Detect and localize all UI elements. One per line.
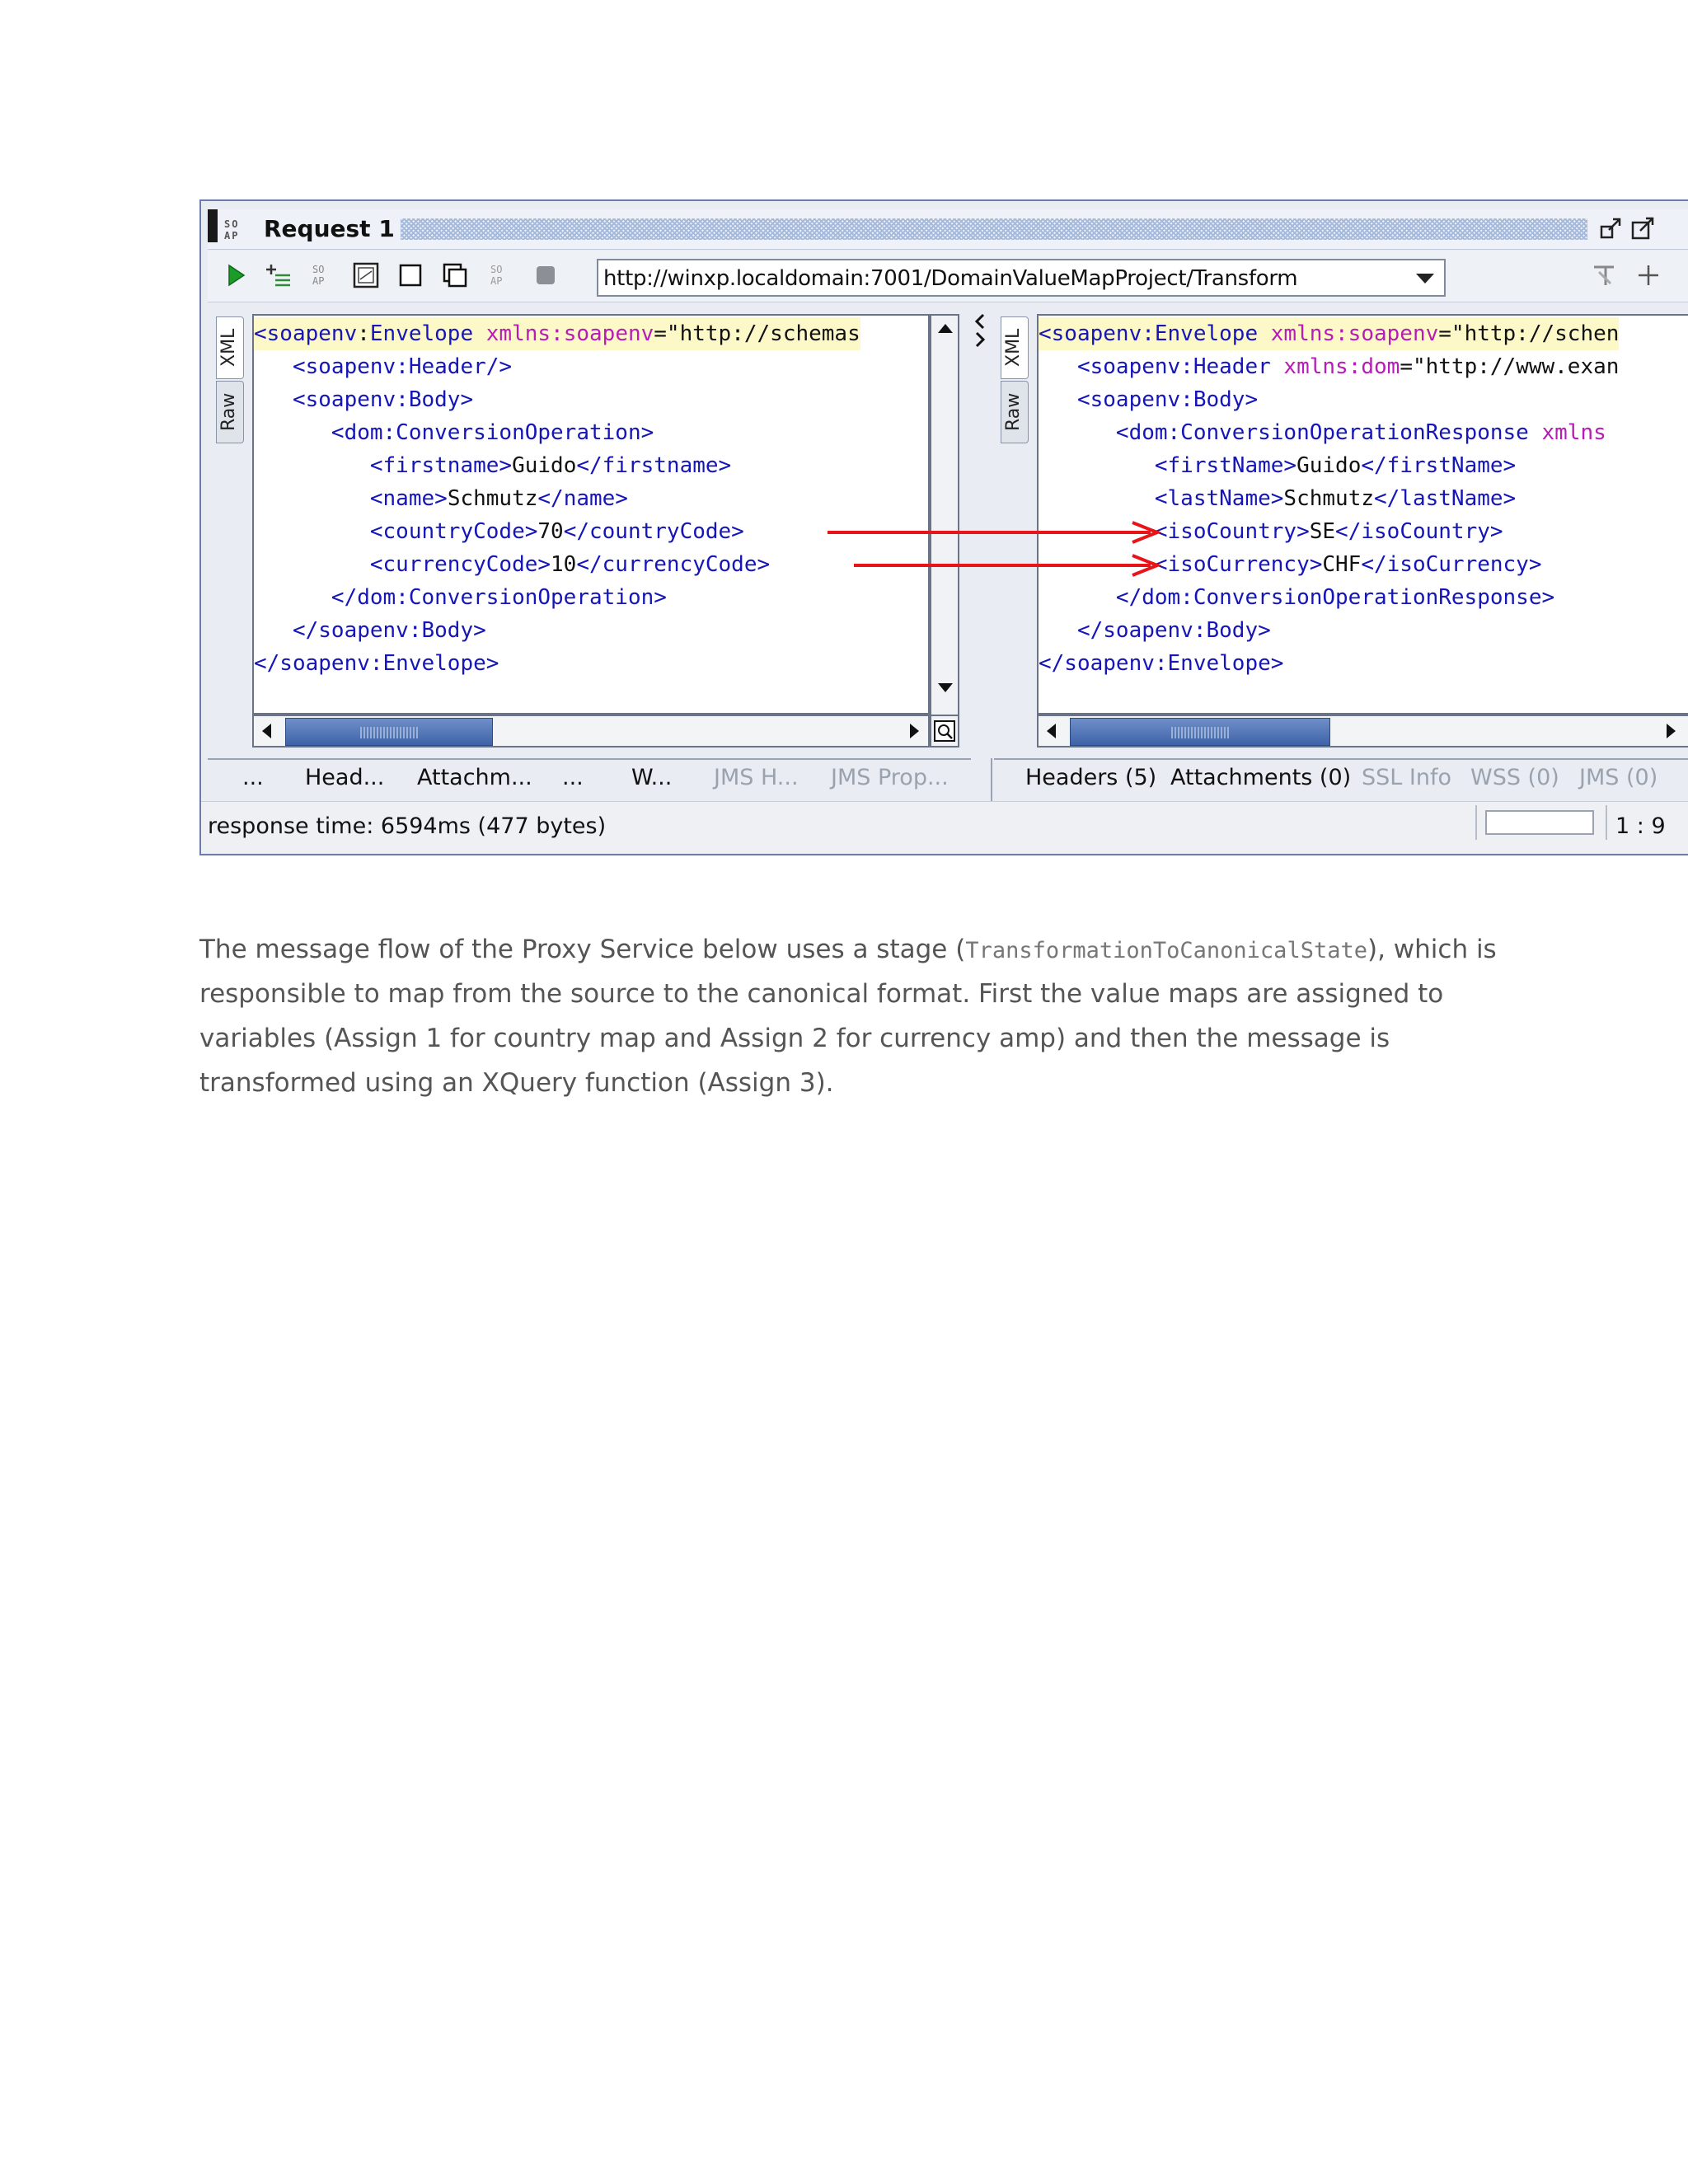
tab-request-headers[interactable]: Head...: [305, 765, 384, 791]
currency-mapping-arrow: [854, 554, 1162, 577]
soap-request-window: SO AP Request 1 SO AP SO AP http://winxp…: [199, 199, 1688, 855]
request-bottom-tabs: ... Head... Attachm... ... W... JMS H...…: [208, 758, 971, 796]
status-bar: response time: 6594ms (477 bytes) 1 : 9: [201, 801, 1688, 853]
tab-request-more[interactable]: ...: [242, 765, 264, 791]
status-divider: [1606, 805, 1607, 840]
tab-response-ssl-info[interactable]: SSL Info: [1362, 765, 1451, 791]
tab-request-jms-properties[interactable]: JMS Prop...: [831, 765, 949, 791]
response-time-status: response time: 6594ms (477 bytes): [208, 813, 607, 839]
status-divider: [1475, 805, 1477, 840]
tab-response-wss[interactable]: WSS (0): [1470, 765, 1559, 791]
response-bottom-tabs: Headers (5) Attachments (0) SSL Info WSS…: [994, 758, 1688, 796]
tab-response-attachments[interactable]: Attachments (0): [1170, 765, 1351, 791]
tab-request-attachments[interactable]: Attachm...: [417, 765, 532, 791]
status-field: [1485, 810, 1594, 835]
tab-request-more-2[interactable]: ...: [562, 765, 584, 791]
country-mapping-arrow: [828, 521, 1162, 544]
paragraph-text-start: The message flow of the Proxy Service be…: [199, 935, 966, 964]
stage-name-code: TransformationToCanonicalState: [965, 938, 1367, 963]
tab-request-jms-headers[interactable]: JMS H...: [714, 765, 799, 791]
cursor-position: 1 : 9: [1615, 813, 1666, 839]
tab-response-headers[interactable]: Headers (5): [1025, 765, 1156, 791]
tab-request-wss[interactable]: W...: [631, 765, 672, 791]
description-paragraph: The message flow of the Proxy Service be…: [199, 927, 1535, 1105]
mapping-arrows: [828, 521, 1162, 577]
tab-response-jms[interactable]: JMS (0): [1579, 765, 1658, 791]
